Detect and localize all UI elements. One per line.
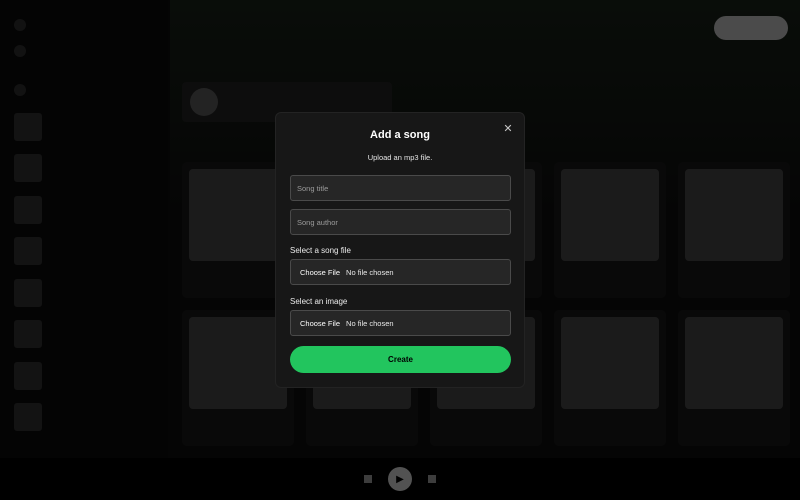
image-file-label: Select an image bbox=[290, 297, 348, 306]
modal-title: Add a song bbox=[370, 129, 430, 141]
choose-image-file-button[interactable]: Choose File bbox=[300, 319, 340, 328]
add-song-modal: ✕ Add a song Upload an mp3 file. Select … bbox=[275, 112, 525, 388]
choose-song-file-button[interactable]: Choose File bbox=[300, 268, 340, 277]
song-file-label: Select a song file bbox=[290, 246, 351, 255]
song-file-input[interactable]: Choose File No file chosen bbox=[290, 259, 511, 285]
song-author-input[interactable] bbox=[290, 209, 511, 235]
song-title-input[interactable] bbox=[290, 175, 511, 201]
create-button[interactable]: Create bbox=[290, 346, 511, 373]
modal-subtitle: Upload an mp3 file. bbox=[367, 153, 433, 162]
image-file-input[interactable]: Choose File No file chosen bbox=[290, 310, 511, 336]
song-file-status: No file chosen bbox=[346, 267, 394, 277]
image-file-status: No file chosen bbox=[346, 318, 394, 328]
